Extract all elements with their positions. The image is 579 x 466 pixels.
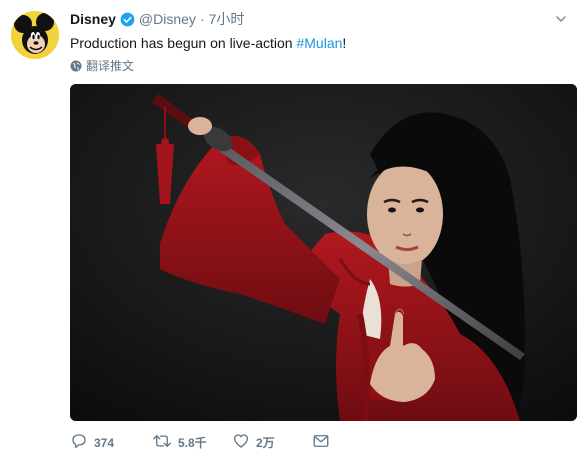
tweet-photo[interactable] <box>70 84 577 421</box>
user-handle[interactable]: @Disney <box>139 10 196 28</box>
heart-icon <box>232 432 250 453</box>
hashtag-link[interactable]: #Mulan <box>296 35 342 51</box>
tweet-text: Production has begun on live-action #Mul… <box>70 34 346 52</box>
tweet-action-bar: 374 5.8千 2万 <box>70 432 330 453</box>
translate-label: 翻译推文 <box>86 59 135 73</box>
direct-message-button[interactable] <box>312 432 330 453</box>
chevron-down-icon[interactable] <box>555 12 567 30</box>
retweet-icon <box>152 432 172 453</box>
tweet-text-suffix: ! <box>342 35 347 51</box>
display-name[interactable]: Disney <box>70 10 116 28</box>
reply-icon <box>70 432 88 453</box>
tweet-card: Disney @Disney · 7小时 Production has begu… <box>0 0 579 466</box>
verified-badge-icon <box>120 12 135 27</box>
reply-count: 374 <box>94 435 115 450</box>
tweet-timestamp[interactable]: 7小时 <box>209 10 245 28</box>
separator-dot: · <box>199 11 205 27</box>
avatar[interactable] <box>11 11 59 59</box>
like-button[interactable]: 2万 <box>232 432 312 453</box>
mickey-avatar-image <box>11 11 59 59</box>
translate-tweet-link[interactable]: 翻译推文 <box>70 57 134 74</box>
mulan-photo-illustration <box>70 84 577 421</box>
tweet-header: Disney @Disney · 7小时 <box>70 10 244 28</box>
globe-icon <box>70 60 82 72</box>
tweet-text-body: Production has begun on live-action <box>70 35 297 51</box>
like-count: 2万 <box>256 436 275 450</box>
retweet-count: 5.8千 <box>178 436 207 450</box>
reply-button[interactable]: 374 <box>70 432 152 453</box>
envelope-icon <box>312 432 330 453</box>
retweet-button[interactable]: 5.8千 <box>152 432 232 453</box>
